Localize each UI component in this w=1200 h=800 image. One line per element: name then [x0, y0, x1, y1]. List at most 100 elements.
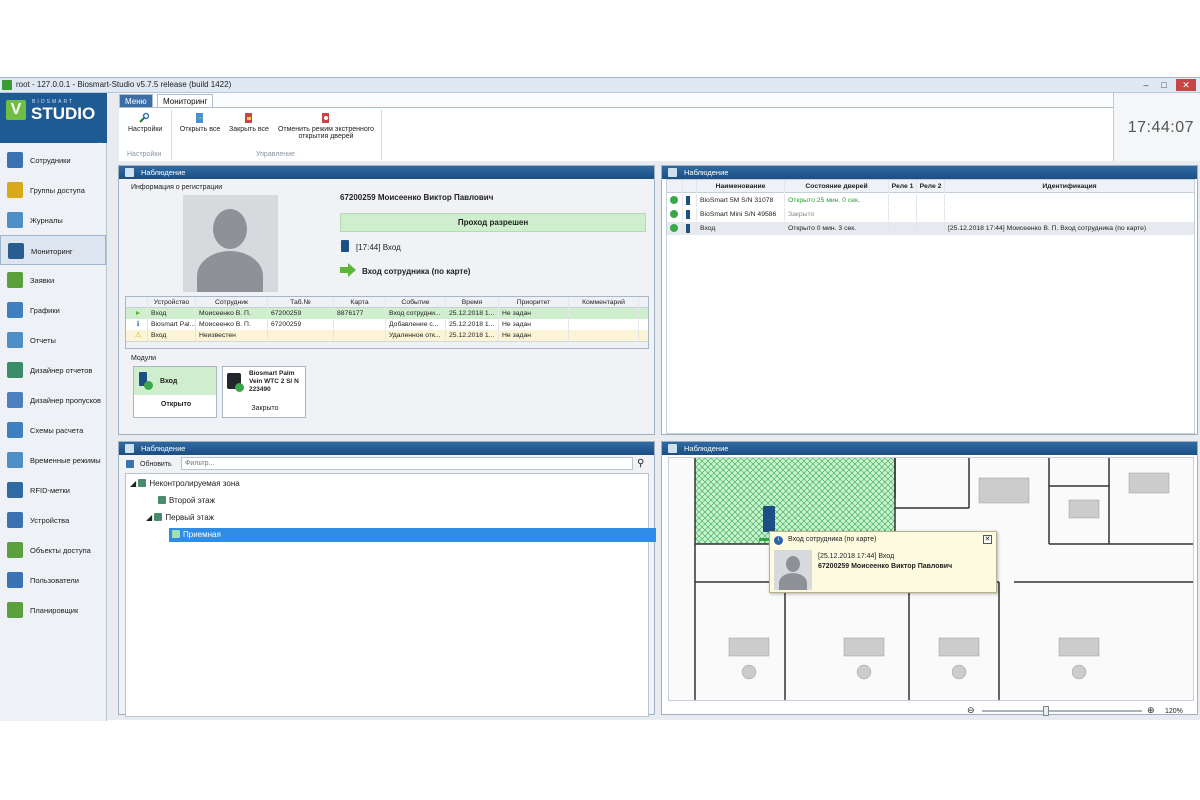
zoom-in-icon[interactable]: ⊕: [1147, 705, 1155, 716]
grid-cell: Карта: [334, 297, 386, 308]
zone-node-icon: [158, 496, 166, 504]
grid-cell: [569, 319, 639, 330]
panel-map: Наблюдение i Вход сотрудника (по карте) …: [661, 441, 1198, 716]
maximize-button[interactable]: □: [1158, 79, 1170, 91]
sidebar-item-label: Пользователи: [30, 576, 79, 585]
status-ok-icon: [670, 196, 678, 204]
sidebar-item-label: Временные режимы: [30, 456, 101, 465]
brand-name: STUDIO: [31, 104, 96, 123]
lock-group-icon: [7, 182, 23, 198]
zone-node-icon: [154, 513, 163, 521]
grid-cell: Состояние дверей: [785, 180, 889, 193]
table-row[interactable]: BioSmart 5M S/N 31078 Открыто 25 мин. 0 с…: [667, 194, 1194, 207]
sidebar-item-13[interactable]: Устройства: [0, 505, 106, 535]
zoom-slider-thumb[interactable]: [1043, 706, 1049, 716]
close-button[interactable]: ✕: [1176, 79, 1196, 91]
sidebar-item-label: Сотрудники: [30, 156, 71, 165]
horizontal-scrollbar[interactable]: [126, 341, 648, 348]
filter-input[interactable]: [181, 457, 633, 470]
tab-menu[interactable]: Меню: [119, 94, 153, 107]
sidebar-item-label: Схемы расчета: [30, 426, 84, 435]
sidebar-item-12[interactable]: RFID-метки: [0, 475, 106, 505]
status-ok-icon: [670, 210, 678, 218]
monitoring-icon: [8, 243, 24, 259]
grid-cell: Не задан: [499, 330, 569, 341]
window-title: root - 127.0.0.1 - Biosmart-Studio v5.7.…: [16, 80, 232, 89]
module-state: Закрыто: [251, 405, 279, 412]
registration-section-title: Информация о регистрации: [131, 184, 223, 191]
sidebar-item-16[interactable]: Планировщик: [0, 595, 106, 625]
module-card-entry[interactable]: Вход Открыто: [133, 366, 217, 418]
zoom-out-icon[interactable]: ⊖: [967, 705, 975, 716]
tree-node-uncontrolled[interactable]: ◢ Неконтролируемая зона: [130, 478, 240, 490]
sidebar-item-label: Дизайнер отчетов: [30, 366, 93, 375]
pass-designer-icon: [7, 392, 23, 408]
module-card-palm[interactable]: Biosmart Palm Vein WTC 2 S/ N 223490 Зак…: [222, 366, 306, 418]
module-name: Biosmart Palm Vein WTC 2 S/ N 223490: [249, 370, 299, 393]
sidebar-item-11[interactable]: Временные режимы: [0, 445, 106, 475]
cancel-emergency-button[interactable]: Отменить режим экстренного открытия двер…: [276, 112, 376, 140]
sidebar-item-9[interactable]: Дизайнер пропусков: [0, 385, 106, 415]
refresh-button[interactable]: Обновить: [140, 461, 172, 468]
floor-plan[interactable]: i Вход сотрудника (по карте) ✕ [25.12.20…: [668, 457, 1194, 701]
tree-node-reception[interactable]: Приемная: [169, 528, 656, 542]
grid-cell: 8876177: [334, 308, 386, 319]
grid-cell: 25.12.2018 1...: [446, 330, 499, 341]
sidebar-item-label: Планировщик: [30, 606, 79, 615]
group-control-label: Управление: [256, 151, 295, 158]
grid-cell: [25.12.2018 17:44] Моисеенко В. П. Вход …: [945, 222, 1194, 235]
sidebar-item-10[interactable]: Схемы расчета: [0, 415, 106, 445]
row-indicator: [126, 297, 148, 308]
tree-node-second-floor[interactable]: Второй этаж: [158, 495, 215, 507]
sidebar-item-15[interactable]: Пользователи: [0, 565, 106, 595]
arrow-observation-icon: [668, 168, 677, 177]
sidebar-item-3[interactable]: Журналы: [0, 205, 106, 235]
grid-cell: 25.12.2018 1...: [446, 308, 499, 319]
panel-title: Наблюдение: [141, 444, 186, 453]
grid-cell: [683, 194, 697, 207]
popup-person-photo: [774, 550, 812, 590]
settings-label: Настройки: [128, 126, 163, 133]
zoom-slider[interactable]: [982, 706, 1142, 716]
entry-arrow-icon: ►: [126, 308, 148, 319]
report-designer-icon: [7, 362, 23, 378]
close-all-button[interactable]: Закрыть все: [228, 112, 270, 133]
sidebar-item-2[interactable]: Группы доступа: [0, 175, 106, 205]
sidebar-item-14[interactable]: Объекты доступа: [0, 535, 106, 565]
person-photo: [183, 195, 278, 292]
event-time: [17:44] Вход: [356, 243, 401, 252]
biosmart-logo-icon: V: [6, 100, 26, 120]
sidebar-item-5[interactable]: Заявки: [0, 265, 106, 295]
popup-line2: 67200259 Моисеенко Виктор Павлович: [818, 563, 953, 570]
table-row[interactable]: ℹ Biosmart Pal... Моисеенко В. П. 67200259 Д…: [126, 319, 648, 330]
sidebar-item-label: Мониторинг: [31, 247, 73, 256]
grid-header-row: Устройство Сотрудник Таб.№ Карта Событие Врем…: [126, 297, 648, 308]
person-name: 67200259 Моисеенко Виктор Павлович: [340, 193, 494, 202]
table-row[interactable]: ► Вход Моисеенко В. П. 67200259 8876177 Вход …: [126, 308, 648, 319]
grid-cell: [334, 330, 386, 341]
grid-cell: Наименование: [697, 180, 785, 193]
grid-cell: Удаленное отк...: [386, 330, 446, 341]
minimize-button[interactable]: –: [1140, 79, 1152, 91]
sidebar-item-1[interactable]: Сотрудники: [0, 145, 106, 175]
open-all-button[interactable]: Открыть все: [179, 112, 221, 133]
tab-monitoring[interactable]: Мониторинг: [157, 94, 214, 107]
table-row[interactable]: BioSmart Mini S/N 49586 Закрыто: [667, 208, 1194, 221]
table-row[interactable]: Вход Открыто 0 мин. 3 сек. [25.12.2018 17:…: [667, 222, 1194, 235]
grid-cell: Реле 1: [889, 180, 917, 193]
search-icon[interactable]: ⚲: [637, 458, 649, 470]
sidebar-item-label: Графики: [30, 306, 60, 315]
grid-cell: [889, 222, 917, 235]
grid-cell: [667, 208, 683, 221]
popup-close-icon[interactable]: ✕: [983, 535, 992, 544]
sidebar-item-8[interactable]: Дизайнер отчетов: [0, 355, 106, 385]
sidebar-item-4[interactable]: Мониторинг: [0, 235, 106, 265]
panel-header: Наблюдение: [662, 442, 1197, 455]
sidebar-item-7[interactable]: Отчеты: [0, 325, 106, 355]
sidebar-item-6[interactable]: Графики: [0, 295, 106, 325]
grid-cell: Не задан: [499, 308, 569, 319]
tree-node-first-floor[interactable]: ◢ Первый этаж: [146, 512, 214, 524]
settings-button[interactable]: Настройки: [128, 112, 163, 133]
table-row[interactable]: ⚠ Вход Неизвестен Удаленное отк... 25.12.201…: [126, 330, 648, 341]
zone-node-icon: [138, 479, 147, 487]
